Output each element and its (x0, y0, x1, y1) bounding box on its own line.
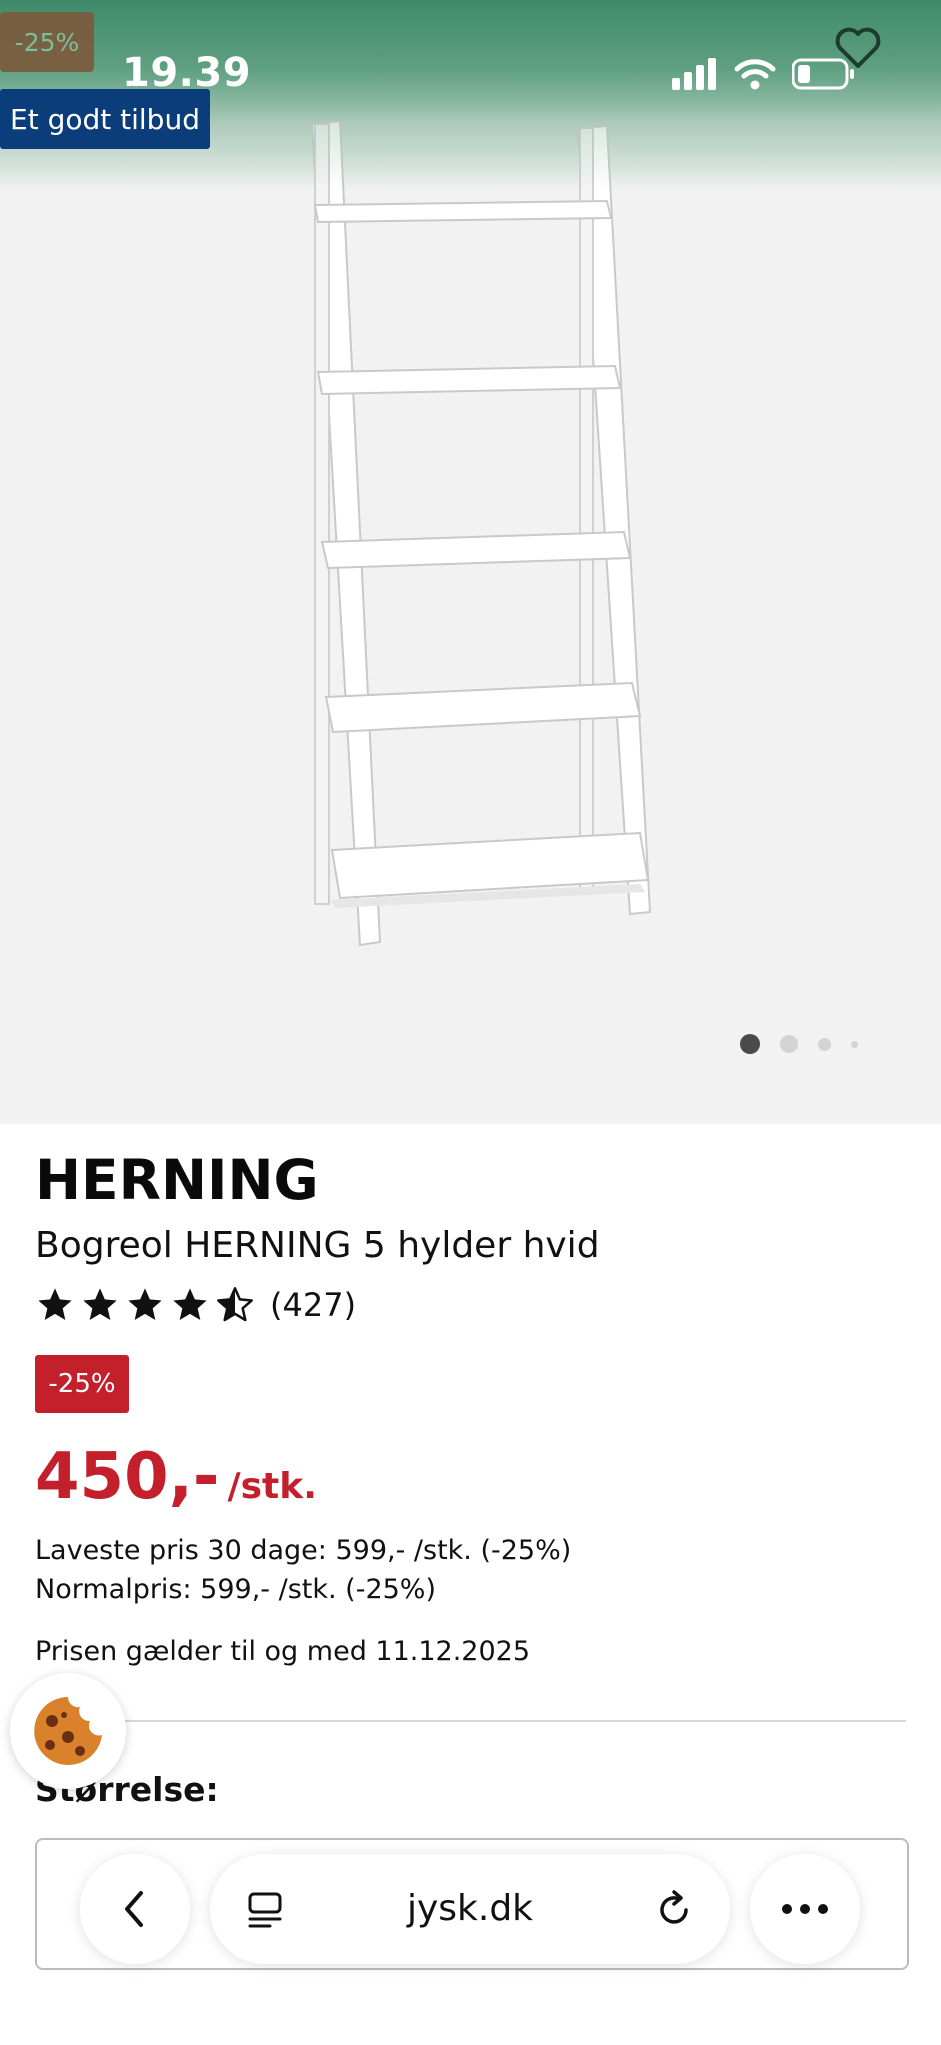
carousel-dot[interactable] (851, 1040, 858, 1048)
normal-price-text: Normalpris: 599,- /stk. (-25%) (35, 1574, 436, 1605)
favorite-heart-icon[interactable] (832, 22, 884, 74)
divider (35, 1720, 906, 1722)
back-button[interactable] (80, 1854, 190, 1964)
more-button[interactable] (750, 1854, 860, 1964)
lowest-price-text: Laveste pris 30 dage: 599,- /stk. (-25%) (35, 1535, 572, 1566)
price-validity-text: Prisen gælder til og med 11.12.2025 (35, 1636, 531, 1667)
discount-badge-image: -25% (0, 12, 94, 72)
product-rating[interactable]: (427) (35, 1285, 356, 1325)
signal-icon (672, 58, 716, 90)
product-brand: HERNING (35, 1148, 319, 1212)
product-image-carousel[interactable]: 19.39 -25% Et godt tilbud (0, 0, 941, 1124)
half-star-icon (217, 1287, 253, 1322)
wifi-icon (734, 59, 776, 90)
browser-toolbar: jysk.dk (60, 1846, 880, 1970)
back-chevron-icon (125, 1891, 143, 1927)
cookie-icon (34, 1697, 102, 1765)
price-amount: 450,- (35, 1440, 220, 1514)
star-icon (173, 1288, 207, 1320)
carousel-dot[interactable] (740, 1034, 760, 1054)
carousel-dot[interactable] (780, 1035, 798, 1053)
star-icon (128, 1288, 162, 1320)
address-bar[interactable]: jysk.dk (210, 1854, 730, 1964)
offer-tag: Et godt tilbud (0, 89, 210, 149)
carousel-dot[interactable] (818, 1037, 831, 1051)
rating-count[interactable]: (427) (270, 1286, 356, 1324)
star-icon (38, 1288, 72, 1320)
reload-icon[interactable] (652, 1888, 696, 1932)
product-name: Bogreol HERNING 5 hylder hvid (35, 1225, 600, 1266)
star-icon (83, 1288, 117, 1320)
more-icon (782, 1904, 828, 1914)
discount-badge: -25% (35, 1355, 129, 1413)
status-icons (672, 58, 856, 90)
product-price: 450,-/stk. (35, 1440, 317, 1514)
cookie-consent-button[interactable] (10, 1673, 126, 1789)
carousel-dots[interactable] (740, 1034, 858, 1054)
price-unit: /stk. (227, 1466, 317, 1507)
